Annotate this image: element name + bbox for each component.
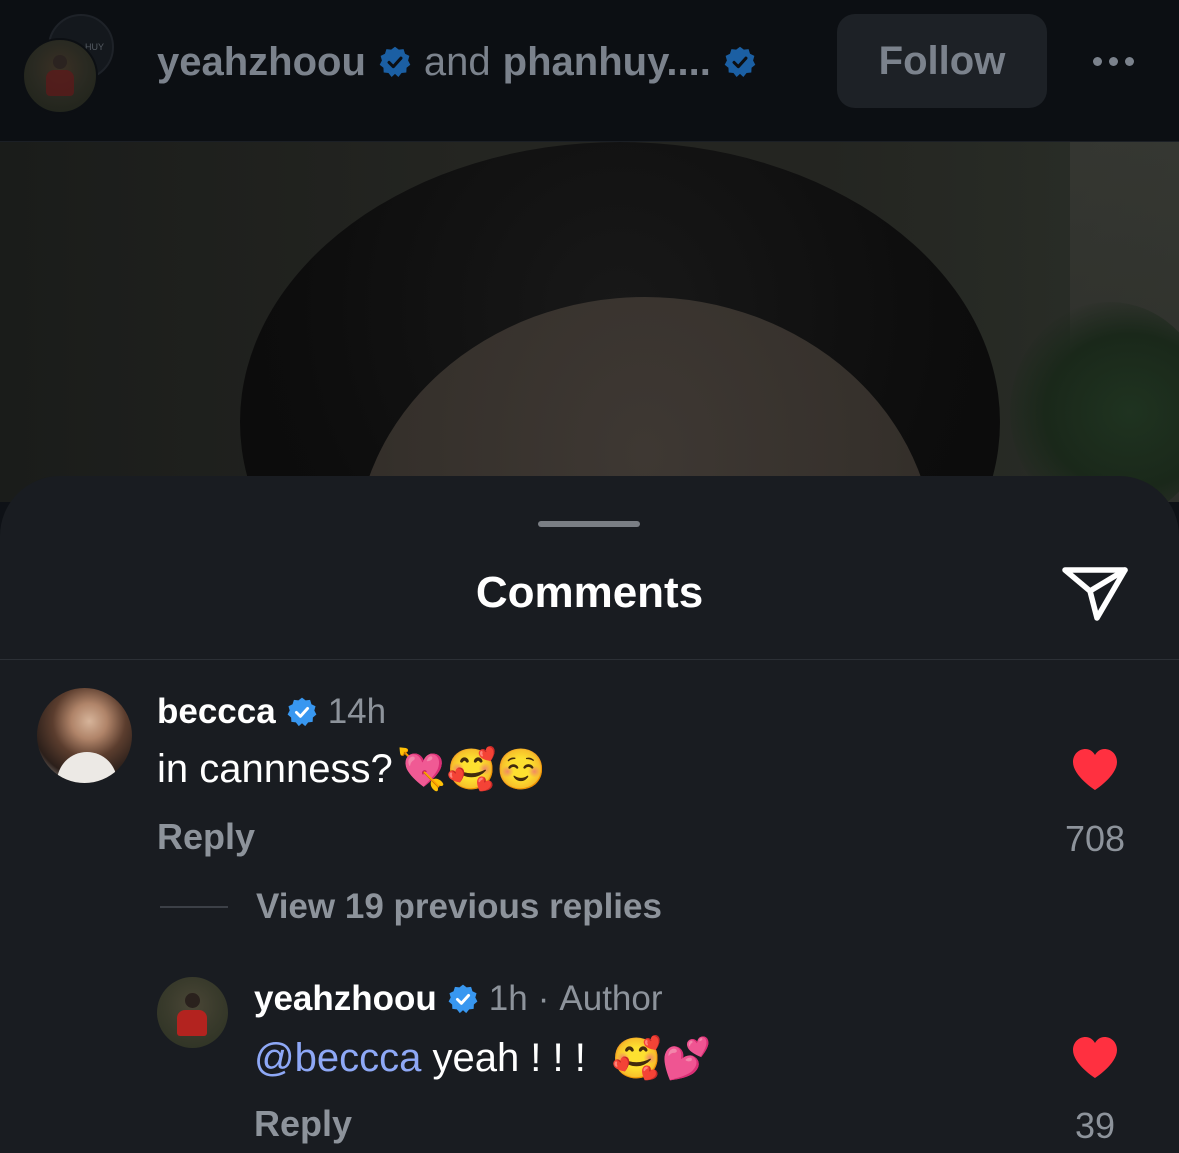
comment-emojis: 💘🥰☺️ xyxy=(396,748,547,792)
more-dot xyxy=(1092,56,1102,66)
post-header: HUY yeahzhoou and phanhuy.... Follow xyxy=(0,0,1179,142)
comment-meta: yeahzhoou 1h · Author xyxy=(254,979,663,1019)
comment-timestamp: 14h xyxy=(327,692,387,731)
like-count: 39 xyxy=(1074,1105,1116,1146)
author-tag: Author xyxy=(559,979,663,1018)
photo-background-plant xyxy=(1010,302,1179,502)
verified-icon xyxy=(448,984,478,1014)
avatar-figure-body xyxy=(46,70,74,96)
avatar-figure-head xyxy=(53,55,67,69)
reply-button[interactable]: Reply xyxy=(157,816,255,858)
like-count: 708 xyxy=(1064,818,1126,859)
view-replies-label: View 19 previous replies xyxy=(256,887,662,926)
follow-button[interactable]: Follow xyxy=(837,14,1047,108)
sheet-divider xyxy=(0,659,1179,660)
comment-username[interactable]: yeahzhoou xyxy=(254,979,437,1019)
comment-meta: beccca 14h xyxy=(157,692,386,732)
replies-line xyxy=(160,906,228,908)
comment-emojis: 🥰💕 xyxy=(611,1037,712,1081)
collab-avatars[interactable]: HUY xyxy=(22,14,118,114)
avatar-figure-body xyxy=(177,1010,207,1036)
comment-text: in cannness? 💘🥰☺️ xyxy=(157,746,546,793)
avatar[interactable] xyxy=(37,688,132,783)
more-dot xyxy=(1124,56,1134,66)
verified-icon xyxy=(724,46,756,77)
heart-icon[interactable] xyxy=(1071,1036,1119,1080)
reply-button[interactable]: Reply xyxy=(254,1103,352,1145)
collab-title: yeahzhoou and phanhuy.... xyxy=(157,36,757,88)
post-photo xyxy=(0,142,1179,502)
mention-link[interactable]: @beccca xyxy=(254,1036,421,1081)
header-connector: and xyxy=(423,39,491,84)
more-options-icon[interactable] xyxy=(1085,40,1141,82)
avatar[interactable] xyxy=(157,977,228,1048)
comment-body: in cannness? xyxy=(157,747,393,791)
avatar-figure-head xyxy=(185,993,200,1008)
comment-text: @beccca yeah ! ! ! 🥰💕 xyxy=(254,1035,711,1082)
avatar-yeahzhoou[interactable] xyxy=(22,38,98,114)
sheet-grabber[interactable] xyxy=(538,521,640,527)
verified-icon xyxy=(287,697,317,727)
header-username-2[interactable]: phanhuy.... xyxy=(503,40,711,85)
comment-timestamp: 1h xyxy=(488,979,528,1018)
comment-body: yeah ! ! ! xyxy=(421,1036,586,1080)
header-username-1[interactable]: yeahzhoou xyxy=(157,40,366,85)
view-previous-replies[interactable]: View 19 previous replies xyxy=(160,887,662,927)
more-dot xyxy=(1108,56,1118,66)
sheet-title: Comments xyxy=(475,568,704,617)
comment-username[interactable]: beccca xyxy=(157,692,276,732)
meta-separator: · xyxy=(537,979,550,1018)
verified-icon xyxy=(379,46,411,77)
heart-icon[interactable] xyxy=(1071,748,1119,792)
send-icon[interactable] xyxy=(1059,560,1131,626)
avatar-shirt xyxy=(57,752,117,783)
